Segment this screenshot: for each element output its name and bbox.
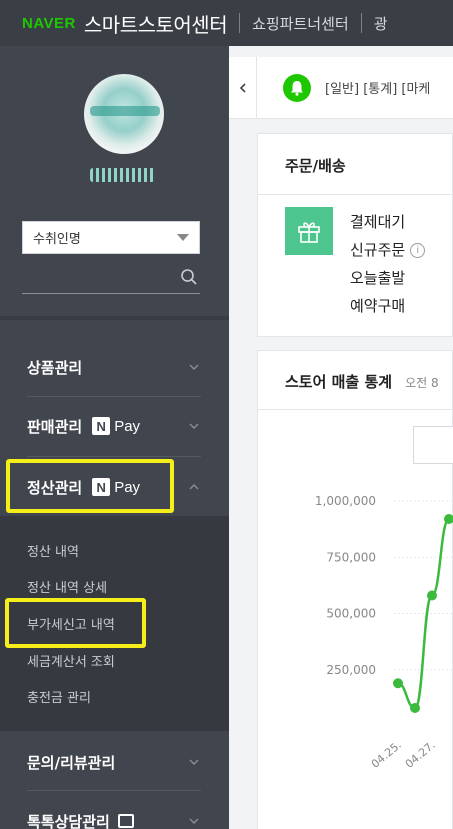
chevron-left-icon [239,82,246,93]
sidebar: 수취인명 상품관리 판매관리 N Pay 정산관리 N Pay 정산 내역 정산… [0,46,229,829]
orders-title: 주문/배송 [285,157,346,175]
npay-n-icon: N [92,417,111,435]
chevron-down-icon [189,759,199,765]
sidebar-item-label: 판매관리 [27,417,83,436]
top-divider [239,13,241,33]
sidebar-item-sales[interactable]: 판매관리 N Pay [0,395,229,457]
info-icon[interactable]: i [410,243,426,258]
order-status-reserved[interactable]: 예약구매 [350,295,405,316]
y-tick-label: 500,000 [326,607,376,621]
submenu-item-settlement-detail[interactable]: 정산 내역 상세 [27,577,107,596]
data-point[interactable] [427,590,437,601]
submenu-item-settlement-history[interactable]: 정산 내역 [27,541,79,560]
highlight-box-vat-report [5,598,146,648]
top-divider [360,13,362,33]
ad-link[interactable]: 광 [374,13,388,34]
submenu-item-tax-invoice[interactable]: 세금계산서 조회 [27,651,115,670]
sidebar-item-label: 상품관리 [27,358,83,377]
sidebar-item-label: 문의/리뷰관리 [27,753,116,772]
y-tick-label: 250,000 [326,663,376,677]
notice-bar: [일반] [통계] [마케 [229,56,453,119]
order-status-pending-payment[interactable]: 결제대기 [350,211,405,232]
sidebar-search-input[interactable] [22,262,200,294]
sidebar-item-label: 톡톡상담관리 [27,812,110,829]
search-icon[interactable] [180,268,198,286]
chevron-down-icon [189,818,199,824]
sales-line-chart: 1,000,000 750,000 500,000 250,000 04.25.04.2… [315,494,453,771]
sidebar-collapse-button[interactable] [229,56,257,119]
x-tick-label: 04.27. [403,738,438,770]
chevron-down-icon [177,234,189,241]
avatar-overlay [90,106,160,116]
chevron-down-icon [189,364,199,370]
search-type-select[interactable]: 수취인명 [22,221,200,254]
bell-icon [283,73,311,102]
notice-text[interactable]: [일반] [통계] [마케 [325,78,430,97]
orders-card: 주문/배송 결제대기 신규주문 i 오늘출발 예약구매 [257,133,453,337]
brand-title[interactable]: 스마트스토어센터 [84,9,228,38]
submenu-item-charge-balance[interactable]: 충전금 관리 [27,687,91,706]
data-point[interactable] [393,678,403,689]
y-tick-label: 750,000 [326,550,376,564]
search-type-value: 수취인명 [33,232,81,247]
order-status-today-ship[interactable]: 오늘출발 [350,267,405,288]
order-status-new-label: 신규주문 [350,241,406,259]
highlight-box-settlement [6,459,174,513]
sales-card: 스토어 매출 통계 오전 8 1,000,000 750,000 500,000 25… [257,350,453,829]
main-content: [일반] [통계] [마케 주문/배송 결제대기 신규주문 i 오늘출발 예약구매… [229,46,453,829]
shopping-partner-center-link[interactable]: 쇼핑파트너센터 [252,13,349,34]
npay-pay-text: Pay [114,417,141,435]
store-name-blurred [90,168,155,182]
chat-icon [117,814,134,828]
chevron-up-icon [189,484,199,490]
top-bar: NAVER 스마트스토어센터 쇼핑파트너센터 광 [0,0,453,46]
npay-badge: N Pay [92,417,140,435]
gift-icon [285,207,333,255]
sidebar-item-talktalk[interactable]: 톡톡상담관리 [0,790,229,829]
data-point[interactable] [410,703,420,713]
sidebar-divider [0,316,229,320]
x-tick-label: 04.25. [369,738,404,770]
chevron-down-icon [189,423,199,429]
card-divider [258,194,453,195]
sidebar-item-inquiry-review[interactable]: 문의/리뷰관리 [0,731,229,793]
sidebar-item-products[interactable]: 상품관리 [0,336,229,398]
order-status-new[interactable]: 신규주문 i [350,239,426,260]
naver-logo[interactable]: NAVER [22,15,76,32]
y-tick-label: 1,000,000 [315,494,376,508]
